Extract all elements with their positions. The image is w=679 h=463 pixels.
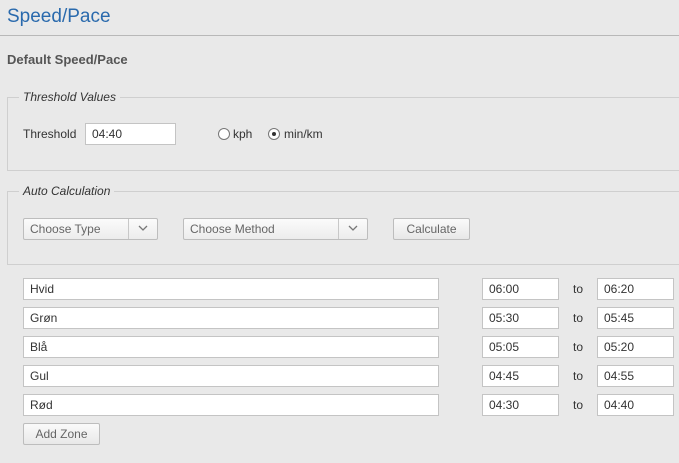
zone-from-input[interactable] xyxy=(482,365,559,387)
zone-to-label: to xyxy=(573,311,584,325)
min-km-radio[interactable] xyxy=(268,128,280,140)
threshold-label: Threshold xyxy=(23,127,77,141)
calculate-button[interactable]: Calculate xyxy=(393,218,470,240)
zone-from-input[interactable] xyxy=(482,336,559,358)
type-select-value: Choose Type xyxy=(30,222,101,236)
zone-row: to xyxy=(0,278,679,300)
zone-name-input[interactable] xyxy=(23,278,439,300)
kph-radio[interactable] xyxy=(218,128,230,140)
kph-label: kph xyxy=(233,127,253,141)
title-divider xyxy=(0,35,679,36)
zone-from-input[interactable] xyxy=(482,394,559,416)
zone-to-input[interactable] xyxy=(597,336,674,358)
zone-to-input[interactable] xyxy=(597,365,674,387)
zone-name-input[interactable] xyxy=(23,307,439,329)
auto-calculation-legend: Auto Calculation xyxy=(19,184,115,198)
radio-selected-dot xyxy=(272,132,276,136)
zone-from-input[interactable] xyxy=(482,278,559,300)
threshold-legend: Threshold Values xyxy=(19,90,120,104)
chevron-down-icon xyxy=(338,219,367,239)
zone-name-input[interactable] xyxy=(23,394,439,416)
zone-to-label: to xyxy=(573,398,584,412)
add-zone-button[interactable]: Add Zone xyxy=(23,423,100,445)
zone-to-label: to xyxy=(573,282,584,296)
zone-row: to xyxy=(0,307,679,329)
threshold-input[interactable] xyxy=(85,123,176,145)
chevron-down-icon xyxy=(128,219,157,239)
zone-name-input[interactable] xyxy=(23,365,439,387)
zone-to-label: to xyxy=(573,369,584,383)
min-km-label: min/km xyxy=(284,127,323,141)
zone-name-input[interactable] xyxy=(23,336,439,358)
zone-to-input[interactable] xyxy=(597,278,674,300)
zone-row: to xyxy=(0,365,679,387)
zone-to-input[interactable] xyxy=(597,394,674,416)
zone-row: to xyxy=(0,336,679,358)
method-select[interactable]: Choose Method xyxy=(183,218,368,240)
section-title: Default Speed/Pace xyxy=(7,52,128,67)
page-title: Speed/Pace xyxy=(7,6,111,27)
zone-from-input[interactable] xyxy=(482,307,559,329)
zone-row: to xyxy=(0,394,679,416)
method-select-value: Choose Method xyxy=(190,222,275,236)
zone-to-label: to xyxy=(573,340,584,354)
type-select[interactable]: Choose Type xyxy=(23,218,158,240)
zone-to-input[interactable] xyxy=(597,307,674,329)
